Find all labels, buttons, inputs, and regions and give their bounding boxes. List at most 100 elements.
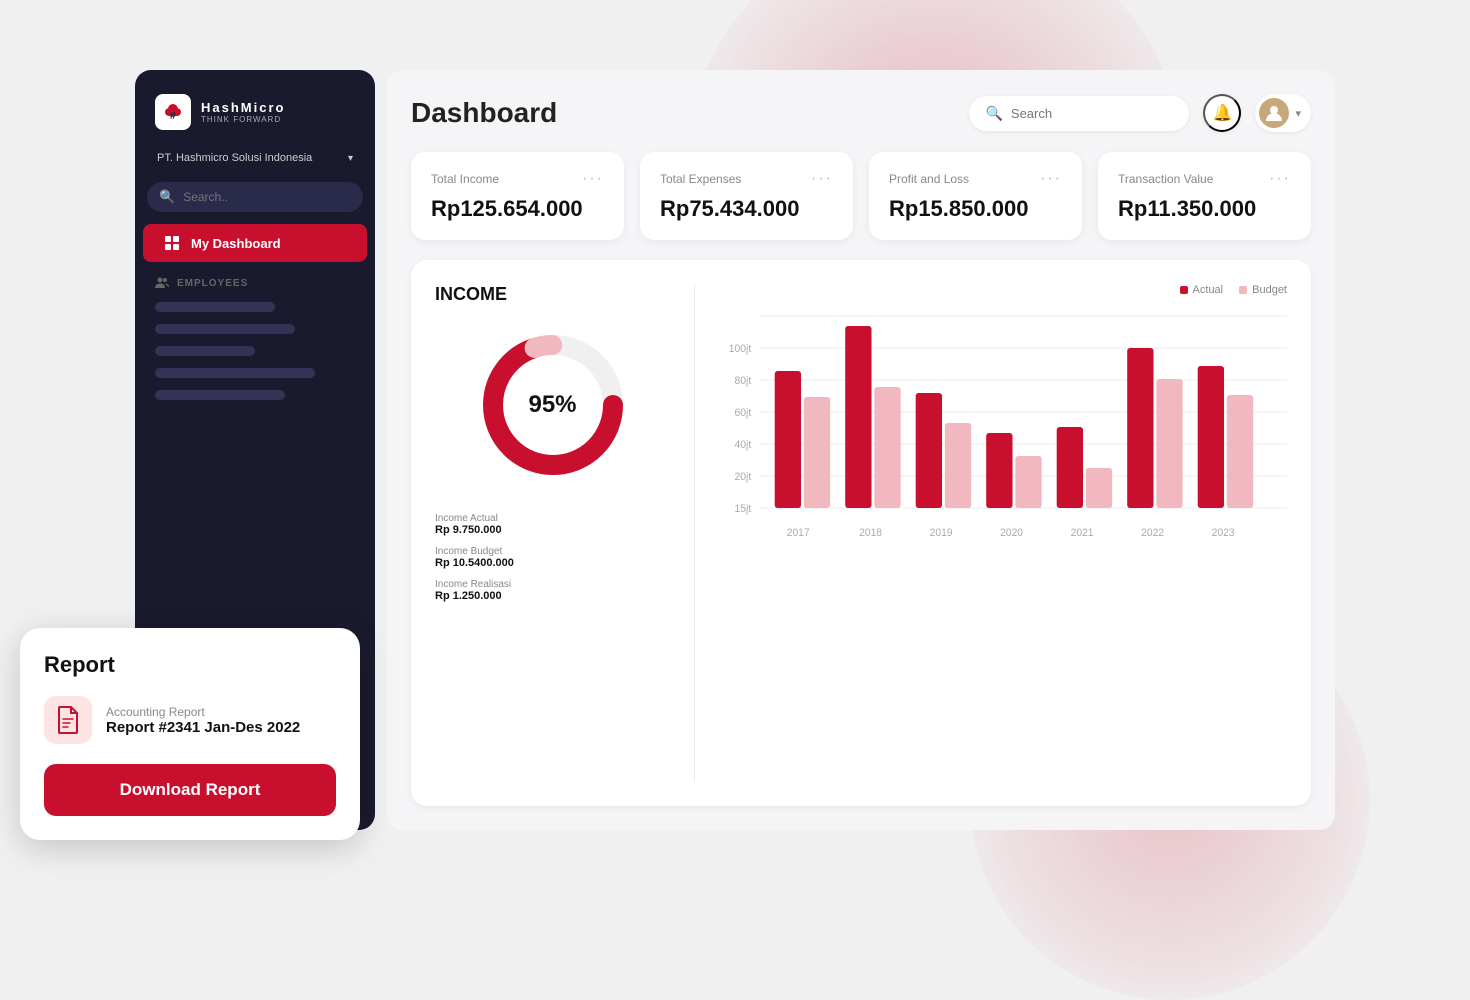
legend-item-realisasi: Income Realisasi Rp 1.250.000 — [435, 579, 670, 602]
nav-skeleton-4 — [155, 368, 315, 378]
income-chart-title: INCOME — [435, 284, 670, 305]
kpi-header-expenses: Total Expenses ··· — [660, 170, 833, 188]
dashboard-icon — [163, 234, 181, 252]
company-name: PT. Hashmicro Solusi Indonesia — [157, 152, 312, 164]
legend-item-budget: Income Budget Rp 10.5400.000 — [435, 546, 670, 569]
kpi-value-transaction: Rp11.350.000 — [1118, 196, 1291, 222]
chart-section: INCOME 95% Income Actual R — [411, 260, 1311, 806]
legend-item-actual: Income Actual Rp 9.750.000 — [435, 513, 670, 536]
svg-text:40jt: 40jt — [735, 439, 752, 451]
svg-text:80jt: 80jt — [735, 375, 752, 387]
kpi-value-income: Rp125.654.000 — [431, 196, 604, 222]
kpi-row: Total Income ··· Rp125.654.000 Total Exp… — [411, 152, 1311, 240]
bar-side: Actual Budget — [695, 284, 1287, 782]
bar-chart-legend: Actual Budget — [723, 284, 1287, 296]
kpi-card-transaction: Transaction Value ··· Rp11.350.000 — [1098, 152, 1311, 240]
company-selector[interactable]: PT. Hashmicro Solusi Indonesia ▾ — [147, 146, 363, 170]
kpi-title-profit: Profit and Loss — [889, 172, 969, 186]
actual-label: Actual — [1193, 284, 1224, 296]
sidebar-search-input[interactable] — [183, 190, 351, 204]
nav-skeleton-1 — [155, 302, 275, 312]
nav-skeleton-3 — [155, 346, 255, 356]
svg-text:100jt: 100jt — [729, 343, 751, 355]
kpi-title-expenses: Total Expenses — [660, 172, 741, 186]
legend-value-budget: Rp 10.5400.000 — [435, 557, 670, 569]
download-report-button[interactable]: Download Report — [44, 764, 336, 816]
kpi-header-transaction: Transaction Value ··· — [1118, 170, 1291, 188]
header-search-box[interactable]: 🔍 — [969, 96, 1189, 131]
donut-chart: 95% — [473, 325, 633, 485]
header-actions: 🔍 🔔 ▾ — [969, 94, 1311, 132]
report-info: Accounting Report Report #2341 Jan-Des 2… — [106, 705, 300, 736]
sidebar-section-employees: EMPLOYEES — [135, 262, 375, 296]
brand-name: HashMicro — [201, 100, 285, 115]
section-label-employees: EMPLOYEES — [177, 278, 248, 289]
svg-text:2019: 2019 — [930, 527, 953, 539]
legend-label-realisasi: Income Realisasi — [435, 579, 670, 590]
legend-actual: Actual — [1180, 284, 1224, 296]
kpi-header-profit: Profit and Loss ··· — [889, 170, 1062, 188]
svg-text:60jt: 60jt — [735, 407, 752, 419]
report-item: Accounting Report Report #2341 Jan-Des 2… — [44, 696, 336, 744]
svg-text:2023: 2023 — [1212, 527, 1235, 539]
legend-budget: Budget — [1239, 284, 1287, 296]
sidebar-search-box[interactable]: 🔍 — [147, 182, 363, 212]
kpi-card-total-income: Total Income ··· Rp125.654.000 — [411, 152, 624, 240]
income-legend: Income Actual Rp 9.750.000 Income Budget… — [435, 513, 670, 602]
kpi-menu-expenses[interactable]: ··· — [811, 170, 833, 188]
kpi-card-profit-loss: Profit and Loss ··· Rp15.850.000 — [869, 152, 1082, 240]
nav-skeleton-5 — [155, 390, 285, 400]
legend-label-budget: Income Budget — [435, 546, 670, 557]
nav-skeleton-2 — [155, 324, 295, 334]
avatar — [1259, 98, 1289, 128]
legend-value-realisasi: Rp 1.250.000 — [435, 590, 670, 602]
svg-text:#: # — [170, 111, 176, 122]
bar-chart-svg: 15jt 20jt 40jt 60jt 80jt 100jt — [723, 308, 1287, 548]
legend-value-actual: Rp 9.750.000 — [435, 524, 670, 536]
header-search-icon: 🔍 — [985, 105, 1002, 122]
sidebar-logo: # HashMicro THINK FORWARD — [135, 70, 375, 146]
chevron-down-icon: ▾ — [1295, 107, 1301, 120]
chevron-down-icon: ▾ — [348, 153, 353, 164]
report-type: Accounting Report — [106, 705, 300, 719]
actual-dot — [1180, 286, 1188, 294]
svg-text:2020: 2020 — [1000, 527, 1023, 539]
page-title: Dashboard — [411, 97, 557, 129]
kpi-value-expenses: Rp75.434.000 — [660, 196, 833, 222]
kpi-title-income: Total Income — [431, 172, 499, 186]
svg-text:20jt: 20jt — [735, 471, 752, 483]
report-card-title: Report — [44, 652, 336, 678]
logo-text: HashMicro THINK FORWARD — [201, 100, 285, 124]
kpi-menu-profit[interactable]: ··· — [1040, 170, 1062, 188]
brand-tagline: THINK FORWARD — [201, 115, 285, 124]
notification-bell-button[interactable]: 🔔 — [1203, 94, 1241, 132]
kpi-title-transaction: Transaction Value — [1118, 172, 1213, 186]
sidebar-item-dashboard[interactable]: My Dashboard — [143, 224, 367, 262]
report-card: Report Accounting Report Report #2341 Ja… — [20, 628, 360, 840]
svg-text:2018: 2018 — [859, 527, 882, 539]
sidebar-search-icon: 🔍 — [159, 189, 175, 205]
donut-side: INCOME 95% Income Actual R — [435, 284, 695, 782]
main-content: Dashboard 🔍 🔔 ▾ — [387, 70, 1335, 830]
report-file-icon — [44, 696, 92, 744]
legend-label-actual: Income Actual — [435, 513, 670, 524]
header-search-input[interactable] — [1011, 106, 1174, 121]
logo-icon: # — [155, 94, 191, 130]
user-avatar-button[interactable]: ▾ — [1255, 94, 1311, 132]
header: Dashboard 🔍 🔔 ▾ — [411, 94, 1311, 132]
kpi-header-income: Total Income ··· — [431, 170, 604, 188]
budget-label: Budget — [1252, 284, 1287, 296]
budget-dot — [1239, 286, 1247, 294]
kpi-menu-income[interactable]: ··· — [582, 170, 604, 188]
svg-text:2017: 2017 — [787, 527, 810, 539]
kpi-value-profit: Rp15.850.000 — [889, 196, 1062, 222]
kpi-card-total-expenses: Total Expenses ··· Rp75.434.000 — [640, 152, 853, 240]
kpi-menu-transaction[interactable]: ··· — [1269, 170, 1291, 188]
donut-percent-label: 95% — [528, 391, 576, 419]
svg-text:15jt: 15jt — [735, 503, 752, 515]
svg-text:2022: 2022 — [1141, 527, 1164, 539]
svg-text:2021: 2021 — [1071, 527, 1094, 539]
sidebar-dashboard-label: My Dashboard — [191, 236, 281, 251]
bar-chart-area: 15jt 20jt 40jt 60jt 80jt 100jt — [723, 308, 1287, 782]
report-name: Report #2341 Jan-Des 2022 — [106, 719, 300, 736]
